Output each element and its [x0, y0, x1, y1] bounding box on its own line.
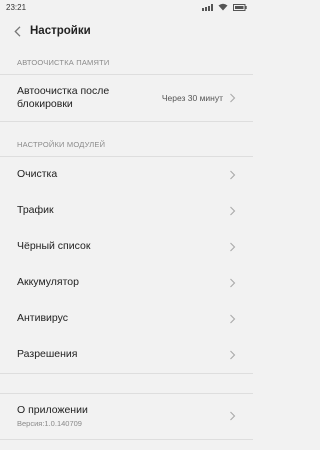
section-header-memory-cleanup: АВТООЧИСТКА ПАМЯТИ: [17, 58, 110, 67]
module-item-blacklist[interactable]: Чёрный список: [0, 229, 253, 264]
chevron-right-icon: [230, 411, 236, 421]
chevron-right-icon: [230, 242, 236, 251]
about-app-row[interactable]: О приложении Версия:1.0.140709: [0, 394, 253, 438]
module-item-cleanup[interactable]: Очистка: [0, 157, 253, 192]
chevron-right-icon: [230, 278, 236, 287]
module-item-label: Аккумулятор: [17, 276, 79, 288]
autoclean-label-line1: Автоочистка после: [17, 84, 110, 97]
status-bar: 23:21: [0, 0, 253, 14]
module-item-label: Трафик: [17, 204, 54, 216]
chevron-right-icon: [230, 350, 236, 359]
module-item-traffic[interactable]: Трафик: [0, 193, 253, 228]
chevron-right-icon: [230, 93, 236, 102]
module-item-battery[interactable]: Аккумулятор: [0, 265, 253, 300]
module-item-label: Чёрный список: [17, 240, 91, 252]
module-item-label: Разрешения: [17, 348, 78, 360]
page-title: Настройки: [30, 25, 91, 37]
chevron-left-icon: [13, 25, 20, 37]
chevron-right-icon: [230, 314, 236, 323]
app-version: Версия:1.0.140709: [17, 419, 82, 428]
about-app-label: О приложении: [17, 404, 88, 416]
status-time: 23:21: [6, 2, 27, 12]
divider: [0, 439, 253, 440]
back-button[interactable]: [10, 21, 24, 41]
wifi-icon: [218, 3, 228, 11]
battery-icon: [233, 3, 247, 11]
divider: [0, 373, 253, 374]
section-header-modules: НАСТРОЙКИ МОДУЛЕЙ: [17, 140, 106, 149]
app-header: Настройки: [0, 14, 253, 48]
chevron-right-icon: [230, 206, 236, 215]
module-item-label: Очистка: [17, 168, 58, 180]
autoclean-after-lock-row[interactable]: Автоочистка после блокировки Через 30 ми…: [0, 75, 253, 120]
module-item-label: Антивирус: [17, 312, 69, 324]
autoclean-label-line2: блокировки: [17, 97, 73, 110]
status-icons: [202, 3, 247, 11]
chevron-right-icon: [230, 170, 236, 179]
autoclean-label: Автоочистка после блокировки: [17, 85, 109, 111]
signal-icon: [202, 3, 213, 11]
autoclean-right: Через 30 минут: [162, 93, 236, 103]
module-item-permissions[interactable]: Разрешения: [0, 337, 253, 372]
divider: [0, 121, 253, 122]
module-item-antivirus[interactable]: Антивирус: [0, 301, 253, 336]
autoclean-value: Через 30 минут: [161, 92, 223, 103]
about-app-text: О приложении Версия:1.0.140709: [17, 404, 88, 428]
